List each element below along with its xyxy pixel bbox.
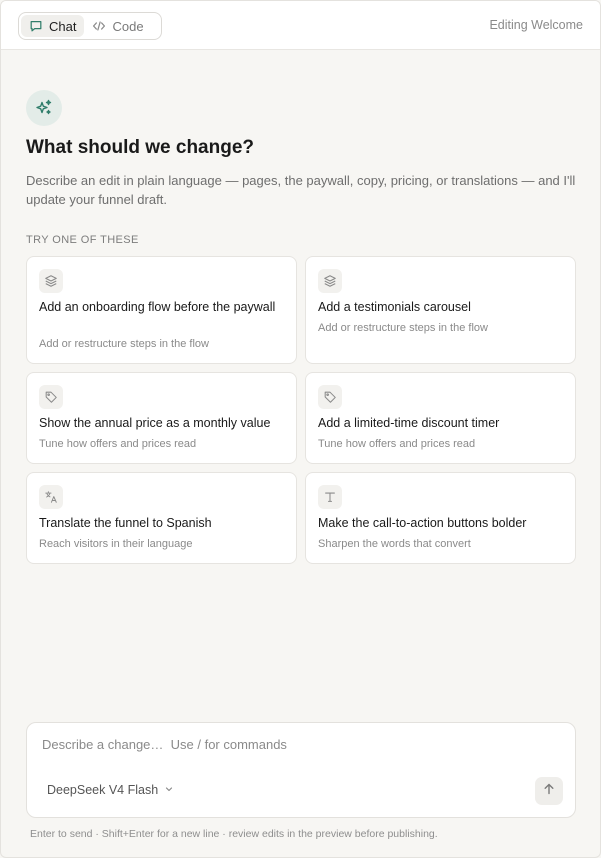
model-selector[interactable]: DeepSeek V4 Flash <box>47 783 174 797</box>
page-description: Describe an edit in plain language — pag… <box>26 173 576 207</box>
chevron-down-icon <box>164 783 174 797</box>
layers-icon <box>39 269 63 293</box>
suggestion-card[interactable]: Translate the funnel to Spanish Reach vi… <box>26 472 297 564</box>
app-frame: Chat Code Editing Welcome What should we… <box>0 0 601 858</box>
suggestion-title: Make the call-to-action buttons bolder <box>318 516 527 530</box>
sparkles-icon <box>26 90 62 126</box>
model-selector-label: DeepSeek V4 Flash <box>47 783 159 797</box>
suggestion-subtitle: Tune how offers and prices read <box>318 438 476 450</box>
suggestion-card[interactable]: Add an onboarding flow before the paywal… <box>26 256 297 364</box>
editing-status: Editing Welcome <box>489 18 583 32</box>
suggestion-title: Add a limited-time discount timer <box>318 416 500 430</box>
footer-hint: Enter to send · Shift+Enter for a new li… <box>30 828 438 840</box>
arrow-up-icon <box>542 782 556 801</box>
suggestion-card[interactable]: Show the annual price as a monthly value… <box>26 372 297 464</box>
tab-chat-label: Chat <box>49 18 77 34</box>
mode-switcher: Chat Code <box>18 12 162 40</box>
chat-bubble-icon <box>29 19 43 33</box>
suggestion-subtitle: Add or restructure steps in the flow <box>39 338 209 350</box>
page-title: What should we change? <box>26 137 255 158</box>
suggestion-card[interactable]: Add a limited-time discount timer Tune h… <box>305 372 576 464</box>
tag-icon <box>318 385 342 409</box>
layers-icon <box>318 269 342 293</box>
suggestion-card[interactable]: Add a testimonials carousel Add or restr… <box>305 256 576 364</box>
suggestion-title: Add a testimonials carousel <box>318 300 471 314</box>
message-input[interactable] <box>42 737 562 759</box>
suggestion-card[interactable]: Make the call-to-action buttons bolder S… <box>305 472 576 564</box>
code-icon <box>92 19 106 33</box>
type-icon <box>318 485 342 509</box>
suggestion-title: Translate the funnel to Spanish <box>39 516 212 530</box>
suggestion-subtitle: Sharpen the words that convert <box>318 538 471 550</box>
translate-icon <box>39 485 63 509</box>
top-bar: Chat Code Editing Welcome <box>1 1 600 50</box>
send-button[interactable] <box>535 777 563 805</box>
suggestion-subtitle: Add or restructure steps in the flow <box>318 322 488 334</box>
suggestion-subtitle: Reach visitors in their language <box>39 538 193 550</box>
suggestion-title: Show the annual price as a monthly value <box>39 416 271 430</box>
tab-code-label: Code <box>112 18 144 34</box>
tab-chat[interactable]: Chat <box>21 15 85 37</box>
suggestion-subtitle: Tune how offers and prices read <box>39 438 197 450</box>
suggestion-title: Add an onboarding flow before the paywal… <box>39 300 276 314</box>
tag-icon <box>39 385 63 409</box>
suggestions-label: TRY ONE OF THESE <box>26 234 139 246</box>
tab-code[interactable]: Code <box>84 15 151 37</box>
composer: DeepSeek V4 Flash <box>26 722 576 818</box>
